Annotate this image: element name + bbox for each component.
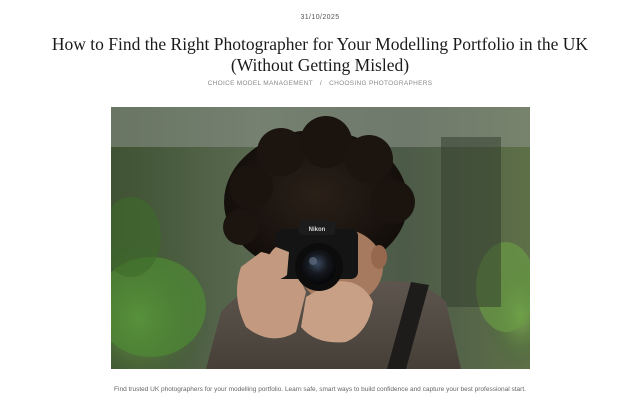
post-categories: CHOICE MODEL MANAGEMENT / CHOOSING PHOTO…: [0, 80, 640, 87]
background-shadow-area: [441, 137, 501, 307]
hair-curl: [223, 209, 259, 245]
post-excerpt: Find trusted UK photographers for your m…: [114, 386, 526, 393]
ear: [371, 245, 387, 269]
blog-post: 31/10/2025 How to Find the Right Photogr…: [0, 0, 640, 404]
hair-curl: [257, 128, 305, 176]
post-title-line-1[interactable]: How to Find the Right Photographer for Y…: [20, 34, 620, 55]
featured-image[interactable]: Nikon: [111, 107, 530, 369]
camera-brand-label: Nikon: [309, 227, 326, 233]
hair-curl: [371, 180, 415, 224]
post-date: 31/10/2025: [300, 14, 340, 21]
hair-curl: [229, 165, 273, 209]
category-separator: /: [319, 80, 322, 87]
camera-lens-glass: [302, 250, 336, 284]
hair-curl: [345, 135, 393, 183]
hair-curl: [300, 116, 352, 168]
post-title[interactable]: How to Find the Right Photographer for Y…: [20, 34, 620, 76]
category-link-choosing-photographers[interactable]: CHOOSING PHOTOGRAPHERS: [329, 80, 432, 87]
category-link-choice-model-management[interactable]: CHOICE MODEL MANAGEMENT: [208, 80, 313, 87]
post-title-line-2[interactable]: (Without Getting Misled): [20, 55, 620, 76]
camera-lens-highlight: [309, 257, 317, 265]
